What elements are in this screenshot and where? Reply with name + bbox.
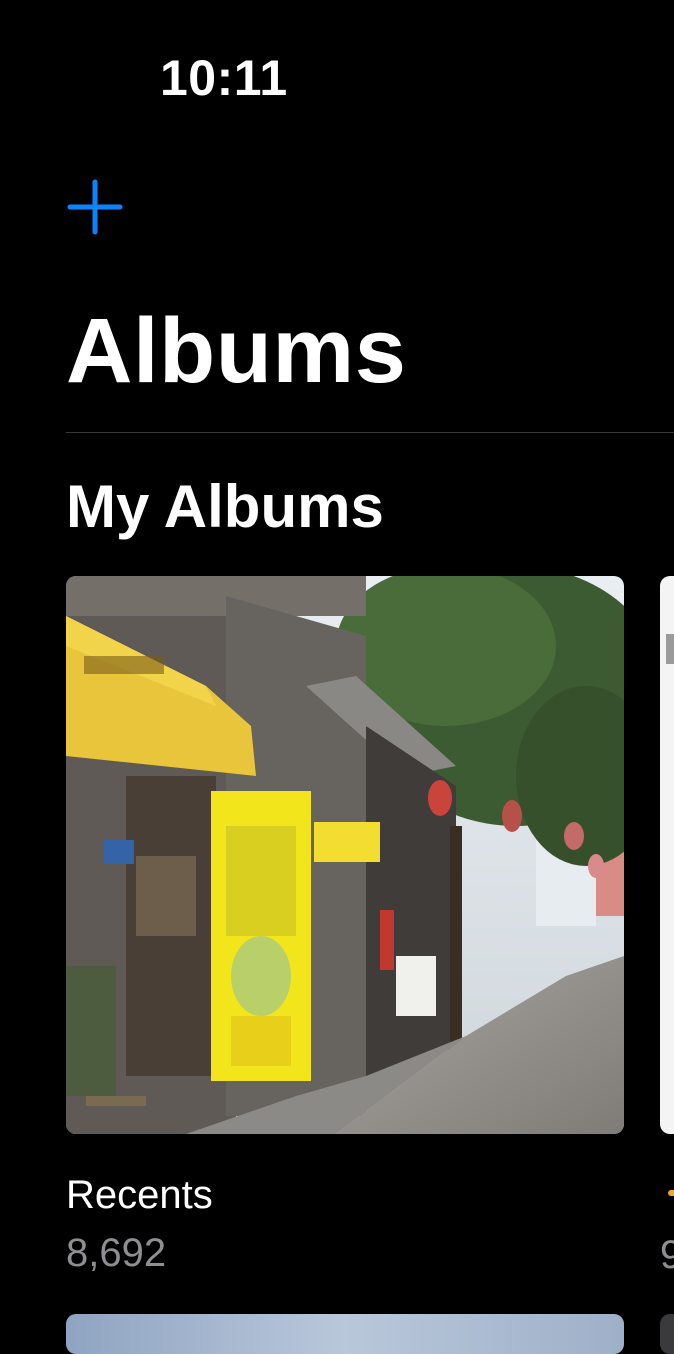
album-card-next-peek[interactable]	[660, 576, 674, 1134]
album-card-recents[interactable]: Recents 8,692	[66, 576, 624, 1276]
album-count-recents: 8,692	[66, 1231, 167, 1275]
plus-icon	[67, 179, 123, 235]
peek-album-count: 9	[660, 1233, 674, 1277]
street-photo-thumbnail	[66, 576, 624, 1134]
add-album-button[interactable]	[64, 176, 126, 238]
peek-thumbnail-mark	[666, 634, 674, 664]
header-divider	[66, 432, 674, 433]
album-name-recents: Recents	[66, 1173, 213, 1217]
my-albums-section-title[interactable]: My Albums	[66, 470, 384, 544]
album-thumbnail-recents	[66, 576, 624, 1134]
status-bar-time: 10:11	[160, 50, 288, 106]
page-title: Albums	[66, 300, 407, 402]
next-row-album-thumbnail[interactable]	[66, 1314, 624, 1354]
peek-album-name-fragment	[668, 1190, 674, 1196]
next-row-album-peek[interactable]	[660, 1314, 674, 1354]
